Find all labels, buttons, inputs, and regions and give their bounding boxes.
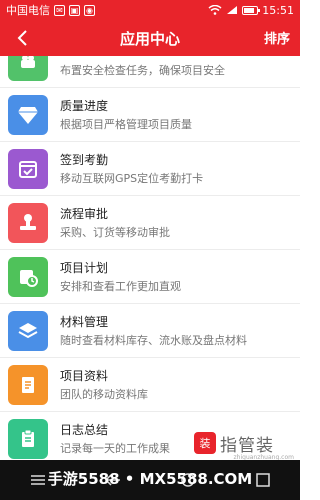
header: 应用中心 排序 xyxy=(0,20,300,56)
list-item-project-docs[interactable]: 项目资料 团队的移动资料库 xyxy=(0,358,300,412)
item-desc: 团队的移动资料库 xyxy=(60,388,148,401)
list-item-project-plan[interactable]: 项目计划 安排和查看工作更加直观 xyxy=(0,250,300,304)
item-title: 材料管理 xyxy=(60,315,109,329)
status-right: 15:51 xyxy=(208,4,294,17)
chevron-left-icon xyxy=(17,30,27,46)
item-title: 签到考勤 xyxy=(60,153,109,167)
item-desc: 记录每一天的工作成果 xyxy=(60,442,170,455)
watermark: 装 指管装 zhiguanzhuang.com xyxy=(190,428,300,461)
image-icon: ▣ xyxy=(69,4,80,16)
list-item-materials[interactable]: 材料管理 随时查看材料库存、流水账及盘点材料 xyxy=(0,304,300,358)
item-desc: 安排和查看工作更加直观 xyxy=(60,280,181,293)
layers-icon xyxy=(8,311,48,351)
back-button[interactable] xyxy=(8,24,36,52)
status-time: 15:51 xyxy=(262,3,294,17)
safety-icon xyxy=(8,56,48,81)
back-arrow-icon xyxy=(104,474,120,486)
status-left: 中国电信 ✉ ▣ ◉ xyxy=(6,2,95,18)
page-title: 应用中心 xyxy=(119,29,180,48)
list-item-attendance[interactable]: 签到考勤 移动互联网GPS定位考勤打卡 xyxy=(0,142,300,196)
item-desc: 移动互联网GPS定位考勤打卡 xyxy=(60,172,204,185)
nav-home-button[interactable] xyxy=(168,465,208,495)
calendar-clock-icon xyxy=(8,257,48,297)
home-icon xyxy=(180,473,195,487)
item-title: 项目计划 xyxy=(60,261,109,275)
document-icon xyxy=(8,365,48,405)
nav-menu-button[interactable] xyxy=(18,465,58,495)
item-desc: 采购、订货等移动审批 xyxy=(60,226,170,239)
clipboard-icon xyxy=(8,419,48,459)
nav-recent-button[interactable] xyxy=(243,465,283,495)
watermark-logo: 装 xyxy=(194,432,216,454)
item-title: 日志总结 xyxy=(60,423,109,437)
app-list: 布置安全检查任务，确保项目安全 质量进度 根据项目严格管理项目质量 签到考勤 移… xyxy=(0,56,300,460)
battery-icon xyxy=(242,5,261,15)
signal-icon xyxy=(227,6,238,14)
wifi-icon xyxy=(208,5,222,15)
item-desc: 随时查看材料库存、流水账及盘点材料 xyxy=(60,334,247,347)
list-item-quality-progress[interactable]: 质量进度 根据项目严格管理项目质量 xyxy=(0,88,300,142)
menu-icon xyxy=(30,475,45,485)
status-bar: 中国电信 ✉ ▣ ◉ 15:51 xyxy=(0,0,300,20)
watermark-brand: 指管装 xyxy=(220,435,274,456)
notification-icon: ✉ xyxy=(54,4,65,16)
item-desc: 根据项目严格管理项目质量 xyxy=(60,118,192,131)
system-nav-bar xyxy=(0,460,300,500)
list-item-approval[interactable]: 流程审批 采购、订货等移动审批 xyxy=(0,196,300,250)
item-title: 项目资料 xyxy=(60,369,109,383)
nav-back-button[interactable] xyxy=(93,465,133,495)
item-title: 质量进度 xyxy=(60,99,109,113)
sort-button[interactable]: 排序 xyxy=(264,28,290,47)
item-desc: 布置安全检查任务，确保项目安全 xyxy=(60,64,225,77)
stamp-icon xyxy=(8,203,48,243)
list-item-safety[interactable]: 布置安全检查任务，确保项目安全 xyxy=(0,56,300,88)
calendar-check-icon xyxy=(8,149,48,189)
message-icon: ◉ xyxy=(84,4,95,16)
item-title: 流程审批 xyxy=(60,207,109,221)
recent-apps-icon xyxy=(255,473,270,487)
diamond-icon xyxy=(8,95,48,135)
carrier-label: 中国电信 xyxy=(6,4,50,17)
